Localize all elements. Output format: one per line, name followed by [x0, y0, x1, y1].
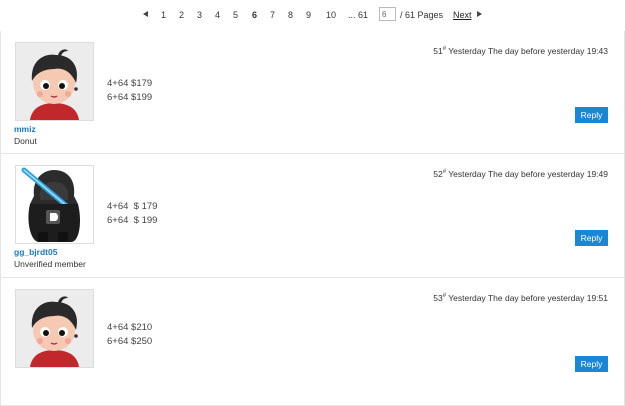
- pagination: 1 2 3 4 5 6 7 8 9 10 ... 61 / 61 Pages N…: [0, 0, 625, 31]
- page-link-last[interactable]: ... 61: [348, 10, 368, 20]
- post-line: 4+64 $179: [107, 78, 153, 89]
- post-line: 6+64 $ 199: [107, 215, 158, 226]
- page-link[interactable]: 9: [306, 10, 311, 20]
- post-content: 4+64 $179 6+64 $199: [107, 77, 152, 105]
- username-link[interactable]: mmiz: [14, 124, 36, 134]
- chevron-left-icon[interactable]: [143, 11, 148, 17]
- floor-mark: #: [442, 169, 447, 176]
- page-jump-input[interactable]: [379, 7, 396, 21]
- reply-button[interactable]: Reply: [575, 107, 608, 123]
- page-link[interactable]: 10: [326, 10, 336, 20]
- floor-number: 51: [433, 46, 443, 56]
- chevron-right-icon[interactable]: [477, 11, 482, 17]
- post-list: mmiz Donut 4+64 $179 6+64 $199 51# Yeste…: [0, 31, 625, 406]
- user-role: Donut: [14, 136, 37, 146]
- page-link[interactable]: 4: [215, 10, 220, 20]
- post-line: 6+64 $250: [107, 336, 153, 347]
- page-link[interactable]: 5: [233, 10, 238, 20]
- page-link-current: 6: [252, 10, 258, 20]
- avatar[interactable]: [15, 42, 94, 121]
- page-link[interactable]: 1: [161, 10, 166, 20]
- post: 4+64 $210 6+64 $250 53# Yesterday The da…: [0, 278, 625, 406]
- page-link[interactable]: 8: [288, 10, 293, 20]
- post-content: 4+64 $210 6+64 $250: [107, 321, 152, 349]
- page-link[interactable]: 7: [270, 10, 275, 20]
- floor-mark: #: [442, 46, 447, 53]
- reply-button[interactable]: Reply: [575, 230, 608, 246]
- page-link[interactable]: 3: [197, 10, 202, 20]
- post-line: 4+64 $210: [107, 322, 153, 333]
- username-link[interactable]: gg_bjrdt05: [14, 247, 57, 257]
- darth-vader-avatar-icon: [16, 166, 93, 243]
- avatar[interactable]: [15, 289, 94, 368]
- post-content: 4+64 $ 179 6+64 $ 199: [107, 200, 157, 228]
- post: gg_bjrdt05 Unverified member 4+64 $ 179 …: [0, 154, 625, 278]
- avatar[interactable]: [15, 165, 94, 244]
- page-total: / 61 Pages: [400, 10, 444, 20]
- reply-button[interactable]: Reply: [575, 356, 608, 372]
- post-time: Yesterday The day before yesterday 19:49: [448, 169, 608, 179]
- post: mmiz Donut 4+64 $179 6+64 $199 51# Yeste…: [0, 31, 625, 154]
- post-meta: 52# Yesterday The day before yesterday 1…: [433, 169, 608, 179]
- cartoon-boy-avatar-icon: [16, 290, 93, 367]
- floor-number: 53: [433, 293, 443, 303]
- floor-number: 52: [433, 169, 443, 179]
- user-role: Unverified member: [14, 259, 86, 269]
- post-line: 4+64 $ 179: [107, 201, 158, 212]
- cartoon-boy-avatar-icon: [16, 43, 93, 120]
- post-line: 6+64 $199: [107, 92, 153, 103]
- next-page-link[interactable]: Next: [453, 10, 472, 20]
- floor-mark: #: [442, 293, 447, 300]
- page-link[interactable]: 2: [179, 10, 184, 20]
- post-time: Yesterday The day before yesterday 19:43: [448, 46, 608, 56]
- post-meta: 51# Yesterday The day before yesterday 1…: [433, 46, 608, 56]
- post-time: Yesterday The day before yesterday 19:51: [448, 293, 608, 303]
- post-meta: 53# Yesterday The day before yesterday 1…: [433, 293, 608, 303]
